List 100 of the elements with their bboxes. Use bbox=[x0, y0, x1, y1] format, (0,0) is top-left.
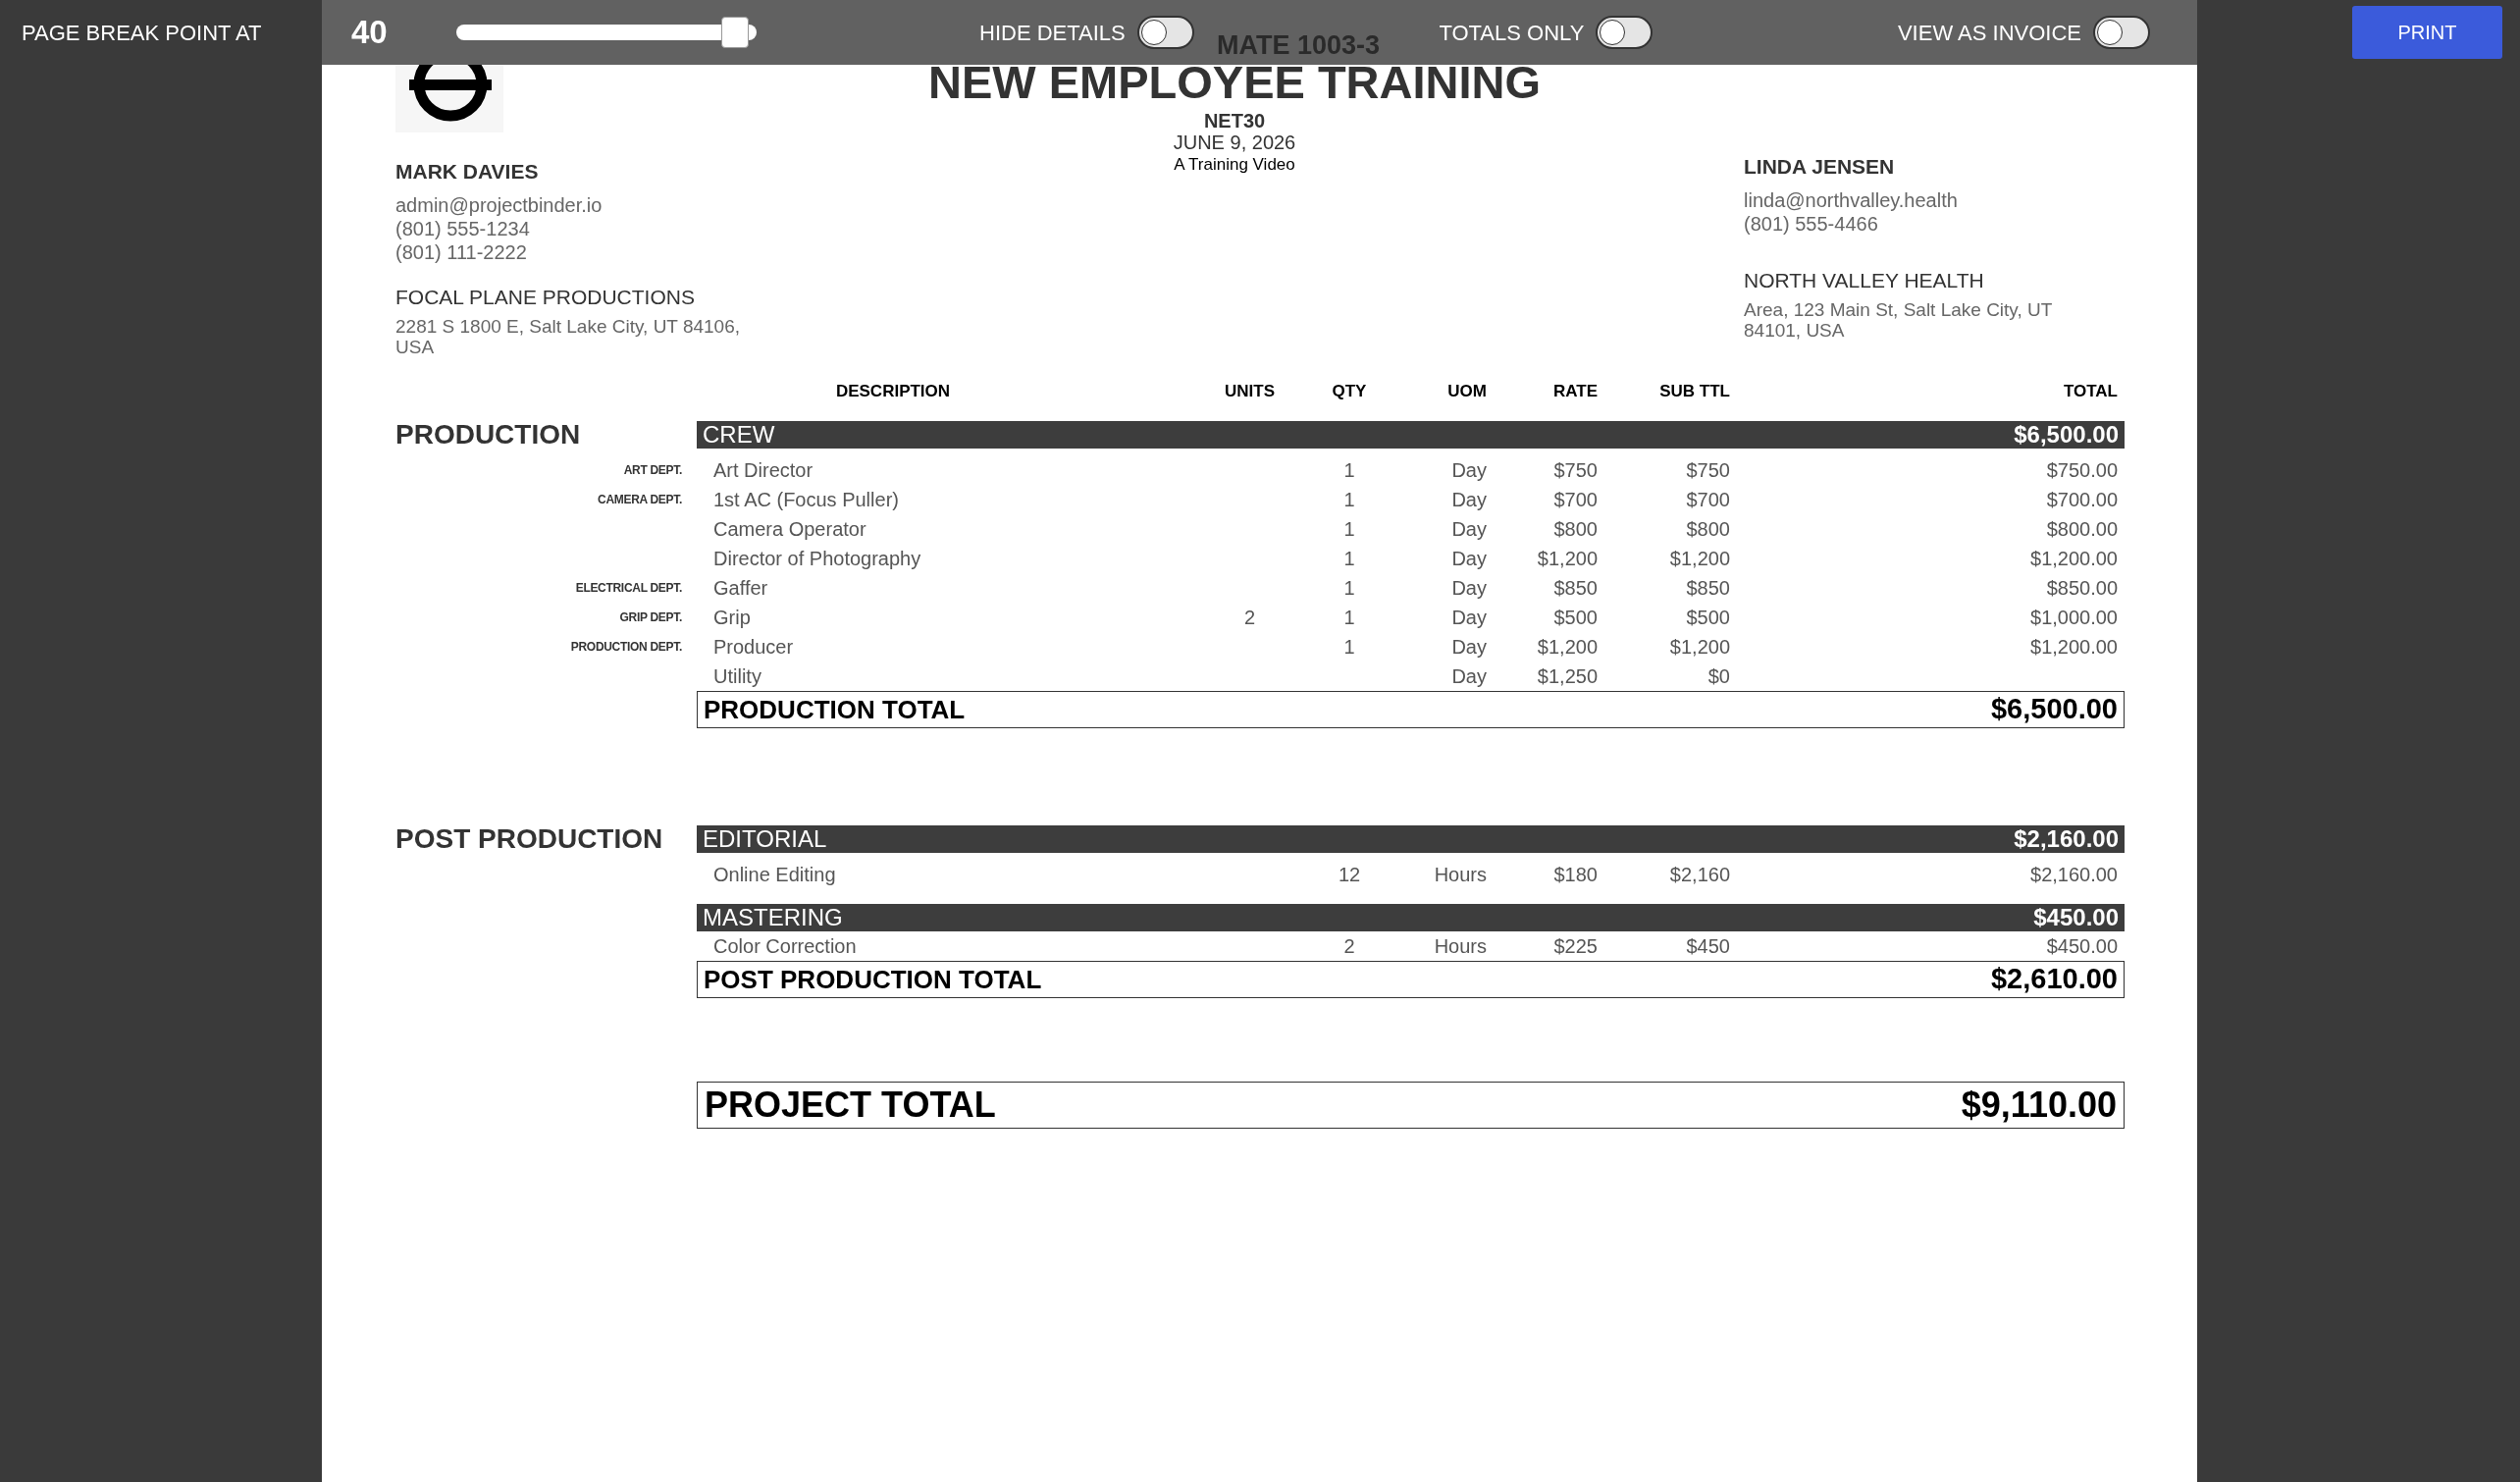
contact-detail: admin@projectbinder.io bbox=[395, 192, 604, 217]
table-cell: $1,200.00 bbox=[2030, 636, 2118, 658]
table-cell: $800 bbox=[1686, 518, 1730, 540]
table-cell: $2,160.00 bbox=[2030, 864, 2118, 885]
table-cell: Day bbox=[1451, 518, 1487, 540]
group-total: $2,160.00 bbox=[2014, 824, 2119, 854]
table-cell: $750 bbox=[1553, 459, 1598, 481]
table-cell: $800.00 bbox=[2046, 518, 2118, 540]
table-cell: $2,160 bbox=[1669, 864, 1730, 885]
item-description: Utility bbox=[713, 665, 761, 687]
table-cell: $450.00 bbox=[2046, 935, 2118, 957]
item-description: Gaffer bbox=[713, 577, 768, 599]
company-address: Area, 123 Main St, Salt Lake City, UT 84101, USA bbox=[1744, 299, 2053, 341]
table-cell: $1,250 bbox=[1537, 665, 1598, 687]
table-cell: $1,200 bbox=[1669, 548, 1730, 569]
table-cell: $850 bbox=[1686, 577, 1730, 599]
toggle-switch[interactable] bbox=[1136, 16, 1194, 49]
section-total-label: PRODUCTION TOTAL bbox=[704, 693, 966, 726]
department-label: PRODUCTION DEPT. bbox=[570, 639, 682, 656]
project-total-amount: $9,110.00 bbox=[1961, 1084, 2117, 1127]
table-cell: 1 bbox=[1343, 577, 1355, 599]
department-label: ART DEPT. bbox=[623, 462, 682, 479]
table-cell: Day bbox=[1451, 577, 1487, 599]
payment-terms: NET30 bbox=[1203, 110, 1266, 132]
department-label: ELECTRICAL DEPT. bbox=[575, 580, 682, 597]
item-description: Producer bbox=[713, 636, 794, 658]
section-total-label: POST PRODUCTION TOTAL bbox=[704, 963, 1042, 996]
item-description: Director of Photography bbox=[713, 548, 921, 569]
contact-name: LINDA JENSEN bbox=[1744, 154, 1896, 180]
company-name: FOCAL PLANE PRODUCTIONS bbox=[395, 284, 696, 310]
table-cell: Day bbox=[1451, 636, 1487, 658]
table-cell: $180 bbox=[1553, 864, 1598, 885]
table-cell: 1 bbox=[1343, 489, 1355, 510]
table-cell: $700.00 bbox=[2046, 489, 2118, 510]
table-cell: $0 bbox=[1707, 665, 1730, 687]
table-cell: $500 bbox=[1553, 607, 1598, 628]
table-cell: $1,000.00 bbox=[2030, 607, 2118, 628]
contact-detail: (801) 111-2222 bbox=[395, 239, 528, 264]
contact-detail: (801) 555-1234 bbox=[395, 216, 531, 240]
department-label: CAMERA DEPT. bbox=[598, 492, 682, 508]
table-cell: $450 bbox=[1686, 935, 1730, 957]
item-description: Color Correction bbox=[713, 935, 857, 957]
section-total-amount: $2,610.00 bbox=[1991, 962, 2118, 997]
table-cell: $1,200.00 bbox=[2030, 548, 2118, 569]
project-total-label: PROJECT TOTAL bbox=[705, 1084, 996, 1127]
table-cell: $225 bbox=[1553, 935, 1598, 957]
contact-name: MARK DAVIES bbox=[395, 159, 540, 185]
item-description: 1st AC (Focus Puller) bbox=[713, 489, 899, 510]
column-header: QTY bbox=[1332, 382, 1367, 401]
print-button[interactable]: PRINT bbox=[2352, 6, 2502, 59]
table-cell: 12 bbox=[1338, 864, 1361, 885]
toggle-switch[interactable] bbox=[2093, 16, 2150, 49]
toggle-label: HIDE DETAILS bbox=[979, 19, 1126, 47]
company-address: 2281 S 1800 E, Salt Lake City, UT 84106, USA bbox=[395, 316, 742, 357]
table-cell: Day bbox=[1451, 489, 1487, 510]
table-cell: Day bbox=[1451, 665, 1487, 687]
group-name: MASTERING bbox=[703, 903, 843, 932]
group-total: $450.00 bbox=[2033, 903, 2119, 932]
table-cell: $1,200 bbox=[1537, 548, 1598, 569]
contact-detail: (801) 555-4466 bbox=[1744, 211, 1879, 236]
column-header: SUB TTL bbox=[1659, 382, 1730, 401]
group-total: $6,500.00 bbox=[2014, 420, 2119, 450]
contact-detail: linda@northvalley.health bbox=[1744, 187, 1959, 212]
table-cell: $1,200 bbox=[1537, 636, 1598, 658]
table-cell: $850 bbox=[1553, 577, 1598, 599]
item-description: Camera Operator bbox=[713, 518, 866, 540]
department-label: GRIP DEPT. bbox=[619, 609, 682, 626]
table-cell: Day bbox=[1451, 459, 1487, 481]
table-cell: 1 bbox=[1343, 548, 1355, 569]
table-cell: $850.00 bbox=[2046, 577, 2118, 599]
page-break-label: PAGE BREAK POINT AT bbox=[22, 19, 262, 47]
item-description: Grip bbox=[713, 607, 751, 628]
table-cell: 2 bbox=[1343, 935, 1355, 957]
table-cell: 1 bbox=[1343, 636, 1355, 658]
table-cell: Hours bbox=[1434, 864, 1487, 885]
table-cell: $800 bbox=[1553, 518, 1598, 540]
table-cell: $1,200 bbox=[1669, 636, 1730, 658]
document-date: JUNE 9, 2026 bbox=[1173, 132, 1296, 153]
slider-thumb[interactable] bbox=[721, 17, 750, 48]
table-cell: 2 bbox=[1243, 607, 1256, 628]
company-name: NORTH VALLEY HEALTH bbox=[1744, 267, 1985, 293]
table-cell: 1 bbox=[1343, 607, 1355, 628]
toggle-label: TOTALS ONLY bbox=[1439, 19, 1585, 47]
section-heading: POST PRODUCTION bbox=[395, 823, 663, 854]
table-cell: $750 bbox=[1686, 459, 1730, 481]
column-header: TOTAL bbox=[2063, 382, 2118, 401]
table-cell: $700 bbox=[1686, 489, 1730, 510]
page-break-value: 40 bbox=[351, 13, 389, 53]
document-subtitle: A Training Video bbox=[1174, 154, 1295, 176]
toggle-switch[interactable] bbox=[1596, 16, 1654, 49]
table-cell: 1 bbox=[1343, 518, 1355, 540]
table-cell: Hours bbox=[1434, 935, 1487, 957]
section-total-amount: $6,500.00 bbox=[1991, 692, 2118, 727]
column-header: DESCRIPTION bbox=[834, 381, 952, 403]
table-cell: Day bbox=[1451, 548, 1487, 569]
group-name: EDITORIAL bbox=[703, 824, 827, 854]
table-cell: Day bbox=[1451, 607, 1487, 628]
toggle-label: VIEW AS INVOICE bbox=[1897, 19, 2081, 47]
item-description: Art Director bbox=[713, 459, 814, 481]
table-cell: $700 bbox=[1553, 489, 1598, 510]
